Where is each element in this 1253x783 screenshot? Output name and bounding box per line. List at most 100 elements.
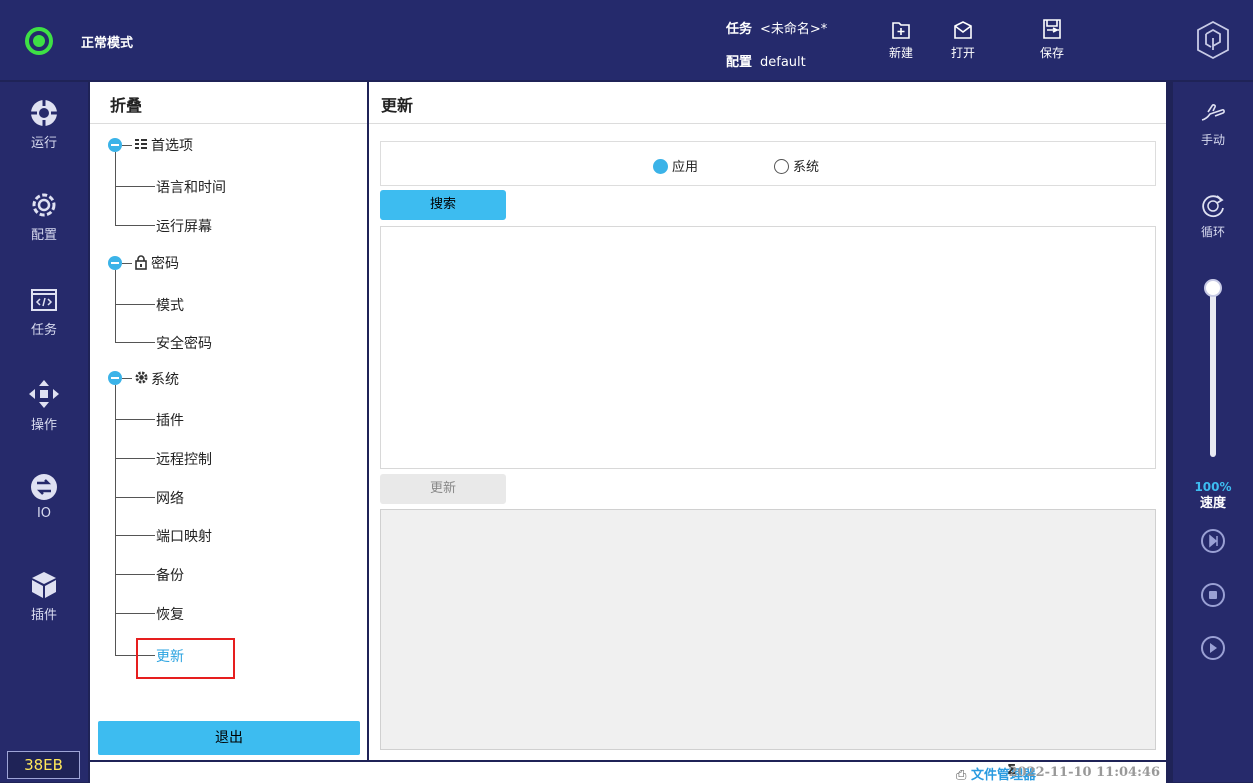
mode-status-icon[interactable] — [25, 27, 53, 55]
nav-config[interactable]: 配置 — [0, 190, 88, 243]
lock-icon — [135, 255, 147, 270]
run-icon — [31, 100, 57, 126]
tree-connector — [122, 263, 132, 264]
loop-label: 循环 — [1200, 225, 1225, 239]
code-icon — [31, 289, 57, 311]
tree-item-backup[interactable]: 备份 — [156, 565, 184, 585]
gear-small-icon — [135, 371, 148, 384]
nav-plugin-label: 插件 — [30, 608, 57, 623]
loop-button[interactable]: 循环 — [1173, 192, 1253, 240]
mode-label: 正常模式 — [81, 36, 134, 51]
loop-icon — [1202, 195, 1224, 218]
gear-icon — [32, 193, 56, 217]
tree-connector — [115, 385, 116, 656]
tree-item-run-screen[interactable]: 运行屏幕 — [156, 216, 212, 236]
tree-item-network[interactable]: 网络 — [156, 488, 184, 508]
tree-item-plugins[interactable]: 插件 — [156, 410, 184, 430]
tree-collapse-toggle[interactable] — [108, 371, 122, 385]
speed-label: 速度 — [1199, 496, 1226, 511]
task-info[interactable]: 任务 <未命名>* — [726, 18, 827, 37]
tree-item-restore[interactable]: 恢复 — [156, 604, 184, 624]
tree-item-mode[interactable]: 模式 — [156, 295, 184, 315]
status-bar: ⎙ 文件管理器 ∑ Σ 2022-11-10 11:04:46 — [90, 762, 1166, 783]
timestamp: 2022-11-10 11:04:46 — [1008, 765, 1160, 780]
radio-app[interactable]: 应用 — [653, 156, 698, 175]
tree-header-collapse[interactable]: 折叠 — [90, 82, 367, 124]
list-icon — [135, 139, 147, 149]
tree-connector — [115, 574, 155, 575]
tree-connector — [115, 304, 155, 305]
open-label: 打开 — [950, 46, 975, 60]
update-type-radio-group: 应用 系统 — [380, 141, 1156, 186]
config-key: 配置 — [726, 55, 753, 70]
top-bar: 正常模式 任务 <未命名>* 配置 default 新建 打开 保存 — [0, 0, 1253, 80]
tree-collapse-toggle[interactable] — [108, 138, 122, 152]
tree-group-preferences[interactable]: 首选项 — [151, 135, 193, 155]
tree-connector — [115, 419, 155, 420]
manual-button[interactable]: 手动 — [1173, 102, 1253, 148]
update-button[interactable]: 更新 — [380, 474, 506, 504]
nav-io[interactable]: IO — [0, 472, 88, 521]
tree-connector — [115, 535, 155, 536]
left-nav: 运行 配置 任务 操作 IO 插件 — [0, 82, 88, 782]
tree-item-remote-control[interactable]: 远程控制 — [156, 449, 212, 469]
panel-title: 更新 — [369, 82, 1166, 124]
move-arrows-icon — [29, 380, 59, 408]
speed-slider-handle[interactable] — [1204, 279, 1222, 297]
nav-run-label: 运行 — [30, 136, 57, 151]
hand-icon — [1201, 104, 1225, 121]
selection-highlight — [136, 638, 235, 679]
search-button[interactable]: 搜索 — [380, 190, 506, 220]
task-value: <未命名>* — [760, 22, 828, 37]
open-folder-icon — [954, 21, 972, 39]
save-label: 保存 — [1039, 46, 1064, 60]
file-manager-icon: ⎙ — [956, 768, 967, 783]
tree-group-system[interactable]: 系统 — [151, 369, 179, 389]
update-log — [380, 509, 1156, 750]
nav-task-label: 任务 — [30, 323, 57, 338]
speed-slider-track[interactable] — [1210, 287, 1216, 457]
tree-connector — [122, 378, 132, 379]
task-key: 任务 — [726, 22, 753, 37]
tree-item-port-mapping[interactable]: 端口映射 — [156, 526, 212, 546]
radio-checked-icon — [653, 159, 668, 174]
update-panel: 更新 应用 系统 搜索 更新 — [369, 82, 1166, 760]
radio-app-label: 应用 — [672, 160, 699, 175]
right-nav: 手动 循环 100% 速度 — [1173, 82, 1253, 782]
board-id-badge: 38EB — [7, 751, 80, 779]
tree-item-language-time[interactable]: 语言和时间 — [156, 177, 226, 197]
tree-connector — [115, 270, 116, 343]
nav-operate[interactable]: 操作 — [0, 378, 88, 433]
step-icon[interactable] — [1200, 528, 1226, 554]
tree-item-safety-password[interactable]: 安全密码 — [156, 333, 212, 353]
nav-io-label: IO — [36, 506, 52, 521]
radio-system-label: 系统 — [793, 160, 820, 175]
tree-connector — [122, 145, 132, 146]
exit-button[interactable]: 退出 — [98, 721, 360, 755]
tree-connector — [115, 186, 155, 187]
config-value: default — [760, 55, 806, 70]
nav-plugin[interactable]: 插件 — [0, 570, 88, 623]
tree-collapse-toggle[interactable] — [108, 256, 122, 270]
new-button[interactable]: 新建 — [879, 20, 923, 61]
robot-arm-logo-icon[interactable] — [1195, 20, 1231, 60]
io-icon — [31, 474, 57, 500]
save-button[interactable]: 保存 — [1030, 18, 1074, 61]
new-label: 新建 — [888, 46, 913, 60]
nav-task[interactable]: 任务 — [0, 287, 88, 338]
config-info[interactable]: 配置 default — [726, 51, 806, 70]
tree-connector — [115, 342, 155, 343]
tree-connector — [115, 152, 116, 226]
tree-connector — [115, 225, 155, 226]
stop-icon[interactable] — [1200, 582, 1226, 608]
nav-run[interactable]: 运行 — [0, 98, 88, 151]
update-list[interactable] — [380, 226, 1156, 469]
play-icon[interactable] — [1200, 635, 1226, 661]
open-button[interactable]: 打开 — [941, 20, 985, 61]
tree-group-password[interactable]: 密码 — [151, 253, 179, 273]
nav-operate-label: 操作 — [30, 418, 57, 433]
tree-connector — [115, 458, 155, 459]
manual-label: 手动 — [1200, 133, 1225, 147]
tree-connector — [115, 497, 155, 498]
radio-system[interactable]: 系统 — [774, 156, 819, 175]
